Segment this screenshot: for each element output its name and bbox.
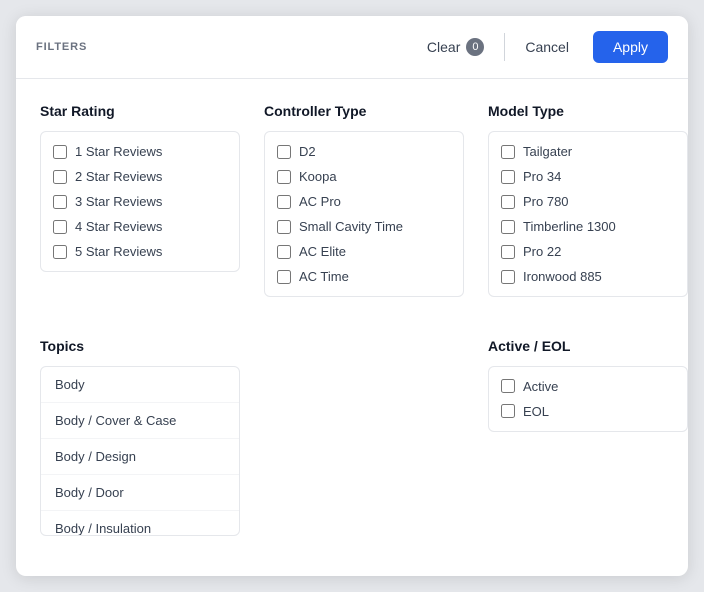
list-item[interactable]: Body / Design (41, 439, 239, 475)
model-type-label: Pro 780 (523, 194, 569, 209)
star-rating-checkbox[interactable] (53, 195, 67, 209)
model-type-list[interactable]: Tailgater Pro 34 Pro 780 Timberline 1300 Pro… (488, 131, 688, 297)
active-eol-title: Active / EOL (488, 338, 688, 354)
clear-button[interactable]: Clear 0 (411, 30, 500, 64)
active-eol-label: Active (523, 379, 558, 394)
list-item[interactable]: Pro 34 (501, 169, 675, 184)
active-eol-section: Active / EOL Active EOL (488, 338, 688, 553)
list-item[interactable]: Body / Door (41, 475, 239, 511)
controller-type-list[interactable]: D2 Koopa AC Pro Small Cavity Time AC Elite AC… (264, 131, 464, 297)
list-item[interactable]: Ironwood 885 (501, 269, 675, 284)
header-actions: Clear 0 Cancel Apply (411, 30, 668, 64)
list-item[interactable]: 1 Star Reviews (53, 144, 227, 159)
star-rating-list: 1 Star Reviews 2 Star Reviews 3 Star Revie… (40, 131, 240, 272)
list-item[interactable]: Pro 780 (501, 194, 675, 209)
star-rating-checkbox[interactable] (53, 220, 67, 234)
controller-type-label: AC Pro (299, 194, 341, 209)
cancel-button[interactable]: Cancel (509, 31, 585, 63)
model-type-section: Model Type Tailgater Pro 34 Pro 780 Timberl… (488, 103, 688, 314)
list-item[interactable]: Small Cavity Time (277, 219, 451, 234)
model-type-checkbox[interactable] (501, 270, 515, 284)
list-item[interactable]: D2 (277, 144, 451, 159)
controller-type-checkbox[interactable] (277, 270, 291, 284)
controller-type-label: Koopa (299, 169, 337, 184)
model-type-title: Model Type (488, 103, 688, 119)
topics-section: Topics BodyBody / Cover & CaseBody / Des… (40, 338, 240, 553)
topics-list[interactable]: BodyBody / Cover & CaseBody / DesignBody… (40, 366, 240, 536)
model-type-label: Tailgater (523, 144, 572, 159)
list-item[interactable]: 2 Star Reviews (53, 169, 227, 184)
filter-body: Star Rating 1 Star Reviews 2 Star Reviews… (16, 79, 688, 576)
controller-type-checkbox[interactable] (277, 170, 291, 184)
list-item[interactable]: Body (41, 367, 239, 403)
star-rating-label: 2 Star Reviews (75, 169, 162, 184)
model-type-label: Pro 22 (523, 244, 561, 259)
list-item[interactable]: Pro 22 (501, 244, 675, 259)
list-item[interactable]: 4 Star Reviews (53, 219, 227, 234)
active-eol-list: Active EOL (488, 366, 688, 432)
active-eol-checkbox[interactable] (501, 379, 515, 393)
list-item[interactable]: AC Pro (277, 194, 451, 209)
list-item[interactable]: Timberline 1300 (501, 219, 675, 234)
controller-type-label: Small Cavity Time (299, 219, 403, 234)
list-item[interactable]: Body / Insulation (41, 511, 239, 536)
clear-count: 0 (466, 38, 484, 56)
model-type-label: Timberline 1300 (523, 219, 616, 234)
star-rating-title: Star Rating (40, 103, 240, 119)
active-eol-checkbox[interactable] (501, 404, 515, 418)
controller-type-title: Controller Type (264, 103, 464, 119)
star-rating-label: 1 Star Reviews (75, 144, 162, 159)
star-rating-section: Star Rating 1 Star Reviews 2 Star Reviews… (40, 103, 240, 314)
vertical-divider (504, 33, 505, 61)
modal-header: FILTERS Clear 0 Cancel Apply (16, 16, 688, 79)
list-item[interactable]: Body / Cover & Case (41, 403, 239, 439)
list-item[interactable]: 3 Star Reviews (53, 194, 227, 209)
model-type-label: Pro 34 (523, 169, 561, 184)
model-type-checkbox[interactable] (501, 195, 515, 209)
filters-title: FILTERS (36, 41, 87, 53)
list-item[interactable]: Tailgater (501, 144, 675, 159)
star-rating-label: 4 Star Reviews (75, 219, 162, 234)
list-item[interactable]: Koopa (277, 169, 451, 184)
model-type-checkbox[interactable] (501, 245, 515, 259)
model-type-checkbox[interactable] (501, 220, 515, 234)
apply-button[interactable]: Apply (593, 31, 668, 63)
star-rating-checkbox[interactable] (53, 245, 67, 259)
star-rating-checkbox[interactable] (53, 170, 67, 184)
star-rating-label: 3 Star Reviews (75, 194, 162, 209)
controller-type-label: AC Time (299, 269, 349, 284)
list-item[interactable]: 5 Star Reviews (53, 244, 227, 259)
topics-title: Topics (40, 338, 240, 354)
controller-type-section: Controller Type D2 Koopa AC Pro Small Cavit… (264, 103, 464, 314)
star-rating-label: 5 Star Reviews (75, 244, 162, 259)
controller-type-checkbox[interactable] (277, 220, 291, 234)
controller-type-label: D2 (299, 144, 316, 159)
list-item[interactable]: EOL (501, 404, 675, 419)
model-type-checkbox[interactable] (501, 170, 515, 184)
list-item[interactable]: AC Time (277, 269, 451, 284)
clear-label: Clear (427, 39, 460, 55)
list-item[interactable]: AC Elite (277, 244, 451, 259)
controller-type-checkbox[interactable] (277, 195, 291, 209)
star-rating-checkbox[interactable] (53, 145, 67, 159)
controller-type-label: AC Elite (299, 244, 346, 259)
filter-modal: FILTERS Clear 0 Cancel Apply Star Rating… (16, 16, 688, 576)
model-type-label: Ironwood 885 (523, 269, 602, 284)
active-eol-label: EOL (523, 404, 549, 419)
list-item[interactable]: Active (501, 379, 675, 394)
model-type-checkbox[interactable] (501, 145, 515, 159)
controller-type-checkbox[interactable] (277, 145, 291, 159)
controller-type-checkbox[interactable] (277, 245, 291, 259)
